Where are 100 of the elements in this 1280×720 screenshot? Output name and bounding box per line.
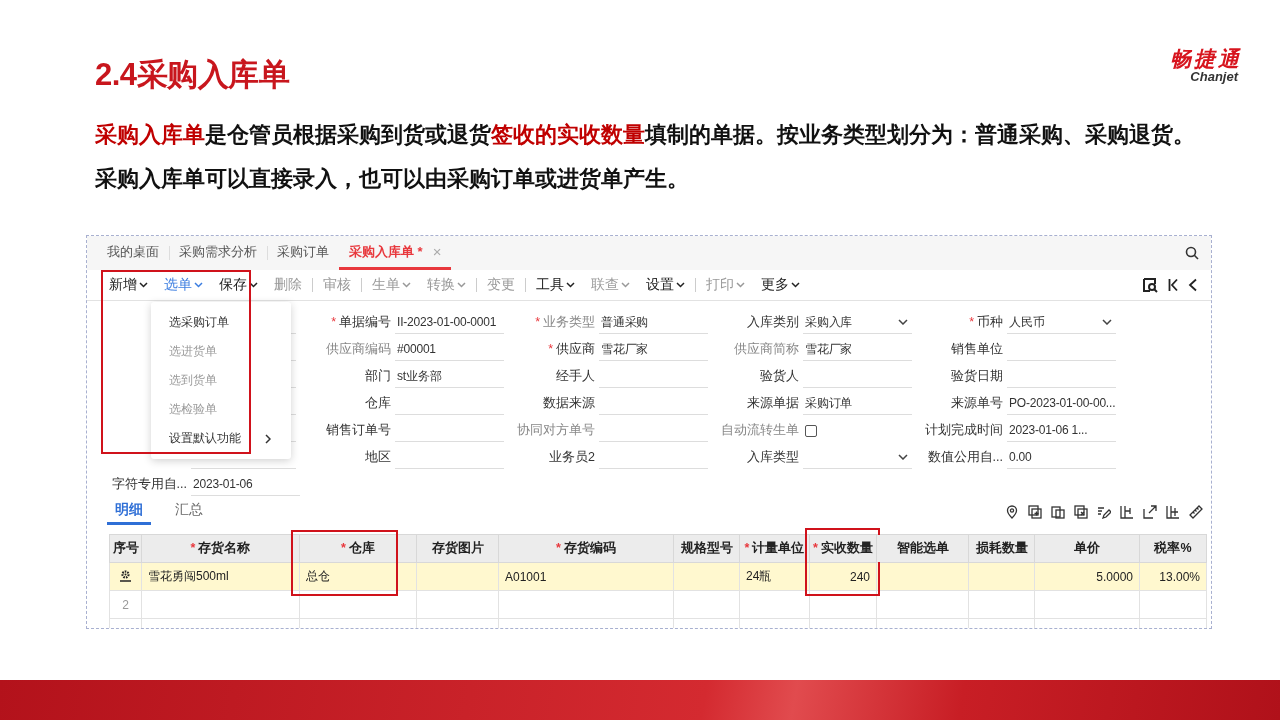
input-field[interactable]: 雪花厂家 bbox=[803, 338, 912, 361]
table-cell: 雪花勇闯500ml bbox=[141, 562, 300, 591]
export-icon[interactable] bbox=[1143, 505, 1157, 519]
field-label: 部门 bbox=[364, 368, 392, 385]
chevron-down-icon bbox=[249, 282, 258, 288]
input-field[interactable]: #00001 bbox=[395, 338, 504, 361]
chevron-down-icon bbox=[194, 282, 203, 288]
select-field[interactable]: 采购入库 bbox=[803, 311, 912, 334]
field-label: 仓库 bbox=[364, 395, 392, 412]
input-field[interactable]: 2023-01-06 1... bbox=[1007, 419, 1116, 442]
menu-item[interactable]: 选采购订单 bbox=[151, 308, 291, 337]
chevron-down-icon bbox=[898, 319, 908, 325]
field-label: * 单据编号 bbox=[330, 314, 392, 331]
input-field[interactable]: 采购订单 bbox=[803, 392, 912, 415]
field-label: 数据来源 bbox=[542, 395, 596, 412]
field-label: 入库类型 bbox=[746, 449, 800, 466]
column-header: 规格型号 bbox=[673, 534, 740, 563]
toolbar-button[interactable]: 更多 bbox=[753, 276, 808, 294]
chevron-down-icon bbox=[402, 282, 411, 288]
field-label: 验货人 bbox=[759, 368, 800, 385]
field-label: 自动流转生单 bbox=[720, 422, 800, 439]
chevron-down-icon bbox=[139, 282, 148, 288]
tab[interactable]: 明细 bbox=[107, 501, 151, 525]
input-field[interactable]: 雪花厂家 bbox=[599, 338, 708, 361]
table-cell: 13.00% bbox=[1139, 562, 1207, 591]
field-label: 来源单号 bbox=[950, 395, 1004, 412]
column-header: 税率% bbox=[1139, 534, 1207, 563]
toolbar-button[interactable]: 选单 bbox=[156, 276, 211, 294]
field-label: * 供应商 bbox=[547, 341, 596, 358]
column-header: 损耗数量 bbox=[968, 534, 1035, 563]
copy-icon[interactable] bbox=[1051, 505, 1065, 519]
select-field[interactable]: 人民币 bbox=[1007, 311, 1116, 334]
column-header: 存货图片 bbox=[416, 534, 499, 563]
field-label: 业务员2 bbox=[548, 449, 596, 466]
table-cell: 5.0000 bbox=[1034, 562, 1140, 591]
first-page-icon[interactable] bbox=[1168, 278, 1178, 292]
field-label: 来源单据 bbox=[746, 395, 800, 412]
column-header: 单价 bbox=[1034, 534, 1140, 563]
gear-icon[interactable] bbox=[119, 568, 132, 582]
add-row-icon[interactable] bbox=[1028, 505, 1042, 519]
logo-text: 畅捷通 bbox=[1170, 48, 1242, 70]
toolbar-button[interactable]: 设置 bbox=[638, 276, 693, 294]
chevron-down-icon bbox=[457, 282, 466, 288]
input-field[interactable]: 0.00 bbox=[1007, 446, 1116, 469]
field-label: 协同对方单号 bbox=[516, 422, 596, 439]
preview-icon[interactable] bbox=[1142, 277, 1158, 293]
chevron-down-icon bbox=[621, 282, 630, 288]
field-label: 计划完成时间 bbox=[924, 422, 1004, 439]
slide-title: 2.4采购入库单 bbox=[95, 56, 290, 94]
delete-row-icon[interactable] bbox=[1074, 505, 1088, 519]
logo-subtitle: Chanjet bbox=[1190, 70, 1238, 84]
field-label: 供应商简称 bbox=[733, 341, 800, 358]
tab[interactable]: 采购需求分析 bbox=[169, 236, 267, 270]
field-label: 经手人 bbox=[555, 368, 596, 385]
field-label: 入库类别 bbox=[746, 314, 800, 331]
columns-icon[interactable] bbox=[1166, 505, 1180, 519]
column-header: * 存货名称 bbox=[141, 534, 300, 563]
chevron-down-icon bbox=[736, 282, 745, 288]
column-header: * 存货编码 bbox=[498, 534, 674, 563]
column-header: * 计量单位 bbox=[739, 534, 810, 563]
location-pin-icon[interactable] bbox=[1005, 505, 1019, 519]
toolbar-button[interactable]: 工具 bbox=[528, 276, 583, 294]
chevron-right-icon bbox=[265, 433, 271, 444]
chevron-down-icon bbox=[791, 282, 800, 288]
tab[interactable]: 采购订单 bbox=[267, 236, 339, 270]
field-label: * 业务类型 bbox=[534, 314, 596, 331]
tab[interactable]: 我的桌面 bbox=[97, 236, 169, 270]
row-number: 2 bbox=[109, 590, 142, 619]
checkbox[interactable] bbox=[805, 424, 817, 437]
split-icon[interactable] bbox=[1120, 505, 1134, 519]
field-label: 字符专用自... bbox=[110, 476, 188, 493]
menu-item[interactable]: 设置默认功能 bbox=[151, 424, 291, 453]
field-label: * 币种 bbox=[968, 314, 1004, 331]
field-label: 供应商编码 bbox=[325, 341, 392, 358]
chevron-down-icon bbox=[676, 282, 685, 288]
input-field[interactable]: 2023-01-06 bbox=[191, 473, 300, 496]
input-field[interactable]: II-2023-01-00-0001 bbox=[395, 311, 504, 334]
table-cell: 240 bbox=[809, 562, 877, 591]
field-label: 销售订单号 bbox=[325, 422, 392, 439]
field-label: 验货日期 bbox=[950, 368, 1004, 385]
field-label: 数值公用自... bbox=[926, 449, 1004, 466]
toolbar-button[interactable]: 新增 bbox=[101, 276, 156, 294]
column-header: 智能选单 bbox=[876, 534, 969, 563]
edit-icon[interactable] bbox=[1097, 505, 1111, 519]
input-field[interactable]: 普通采购 bbox=[599, 311, 708, 334]
chevron-down-icon bbox=[566, 282, 575, 288]
input-field[interactable]: st业务部 bbox=[395, 365, 504, 388]
table-cell: 总仓 bbox=[299, 562, 417, 591]
column-header: 序号 bbox=[109, 534, 142, 563]
chevron-down-icon bbox=[898, 454, 908, 460]
input-field[interactable]: PO-2023-01-00-00... bbox=[1007, 392, 1116, 415]
description-paragraph: 采购入库单是仓管员根据采购到货或退货签收的实收数量填制的单据。按业务类型划分为：普通采购、采购退货。采购入库单可以直接录入，也可以由采购订单或进货单产生。 bbox=[95, 121, 1195, 193]
field-label: 地区 bbox=[364, 449, 392, 466]
table-cell: A01001 bbox=[498, 562, 674, 591]
tab[interactable]: 汇总 bbox=[167, 501, 211, 525]
toolbar-button[interactable]: 保存 bbox=[211, 276, 266, 294]
tab[interactable]: 采购入库单 * × bbox=[339, 236, 452, 270]
search-icon[interactable] bbox=[1185, 246, 1199, 260]
previous-icon[interactable] bbox=[1188, 278, 1197, 292]
ruler-icon[interactable] bbox=[1189, 505, 1203, 519]
